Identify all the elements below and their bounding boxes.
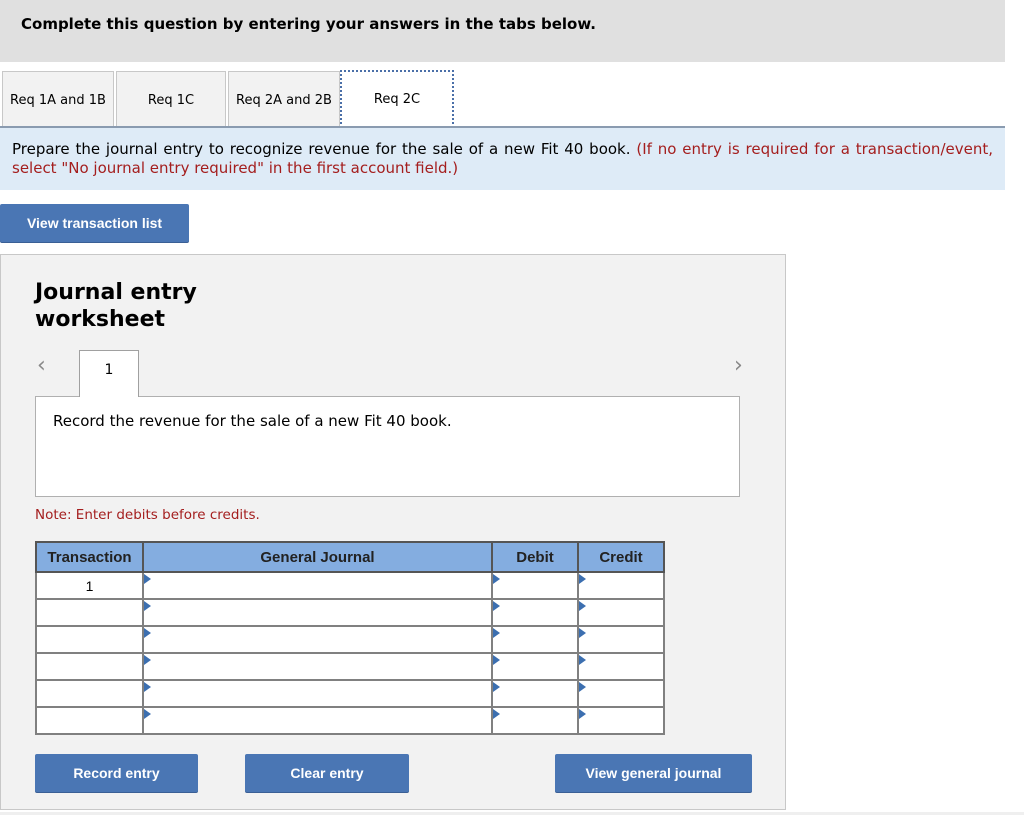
dropdown-marker-icon	[579, 574, 586, 584]
account-cell[interactable]	[142, 679, 493, 708]
header-debit: Debit	[491, 541, 579, 573]
view-general-journal-button[interactable]: View general journal	[555, 754, 752, 792]
dropdown-marker-icon	[144, 601, 151, 611]
transaction-cell	[35, 598, 144, 627]
debit-cell[interactable]	[491, 625, 579, 654]
journal-entry-worksheet: Journal entry worksheet ‹ › 1 Record the…	[0, 254, 786, 810]
journal-row	[35, 625, 665, 654]
instructions: Prepare the journal entry to recognize r…	[0, 128, 1005, 190]
record-entry-button[interactable]: Record entry	[35, 754, 198, 792]
dropdown-marker-icon	[493, 655, 500, 665]
journal-row	[35, 679, 665, 708]
dropdown-marker-icon	[493, 682, 500, 692]
dropdown-marker-icon	[579, 682, 586, 692]
dropdown-marker-icon	[579, 709, 586, 719]
transaction-cell: 1	[35, 571, 144, 600]
transaction-cell	[35, 625, 144, 654]
journal-table: Transaction General Journal Debit Credit…	[35, 541, 665, 735]
journal-row	[35, 706, 665, 735]
entry-tab-1[interactable]: 1	[79, 350, 139, 397]
credit-cell[interactable]	[577, 571, 665, 600]
account-cell[interactable]	[142, 598, 493, 627]
clear-entry-button[interactable]: Clear entry	[245, 754, 409, 792]
tab-bar: Req 1A and 1B Req 1C Req 2A and 2B Req 2…	[0, 70, 1005, 128]
header-general-journal: General Journal	[142, 541, 493, 573]
credit-cell[interactable]	[577, 598, 665, 627]
dropdown-marker-icon	[144, 655, 151, 665]
debit-cell[interactable]	[491, 706, 579, 735]
header-credit: Credit	[577, 541, 665, 573]
tab-req-2c[interactable]: Req 2C	[340, 70, 454, 128]
journal-row: 1	[35, 571, 665, 600]
credit-cell[interactable]	[577, 679, 665, 708]
entry-note: Note: Enter debits before credits.	[35, 507, 260, 523]
journal-row	[35, 598, 665, 627]
debit-cell[interactable]	[491, 679, 579, 708]
header-transaction: Transaction	[35, 541, 144, 573]
dropdown-marker-icon	[493, 574, 500, 584]
worksheet-title: Journal entry worksheet	[35, 280, 197, 332]
dropdown-marker-icon	[579, 601, 586, 611]
dropdown-marker-icon	[493, 628, 500, 638]
dropdown-marker-icon	[144, 709, 151, 719]
credit-cell[interactable]	[577, 652, 665, 681]
account-cell[interactable]	[142, 571, 493, 600]
tab-req-1a-1b[interactable]: Req 1A and 1B	[2, 71, 114, 128]
transaction-cell	[35, 679, 144, 708]
dropdown-marker-icon	[579, 628, 586, 638]
transaction-cell	[35, 706, 144, 735]
footer-divider	[0, 812, 1024, 815]
dropdown-marker-icon	[144, 574, 151, 584]
dropdown-marker-icon	[144, 628, 151, 638]
debit-cell[interactable]	[491, 652, 579, 681]
tab-req-1c[interactable]: Req 1C	[116, 71, 226, 128]
journal-row	[35, 652, 665, 681]
credit-cell[interactable]	[577, 625, 665, 654]
credit-cell[interactable]	[577, 706, 665, 735]
account-cell[interactable]	[142, 652, 493, 681]
dropdown-marker-icon	[144, 682, 151, 692]
chevron-left-icon[interactable]: ‹	[37, 353, 46, 378]
dropdown-marker-icon	[493, 601, 500, 611]
view-transaction-list-button[interactable]: View transaction list	[0, 204, 189, 242]
account-cell[interactable]	[142, 625, 493, 654]
account-cell[interactable]	[142, 706, 493, 735]
transaction-cell	[35, 652, 144, 681]
header-bar: Complete this question by entering your …	[0, 0, 1005, 62]
entry-description: Record the revenue for the sale of a new…	[35, 396, 740, 497]
debit-cell[interactable]	[491, 598, 579, 627]
dropdown-marker-icon	[579, 655, 586, 665]
instructions-text: Prepare the journal entry to recognize r…	[12, 140, 631, 158]
dropdown-marker-icon	[493, 709, 500, 719]
debit-cell[interactable]	[491, 571, 579, 600]
chevron-right-icon[interactable]: ›	[734, 353, 743, 378]
journal-header-row: Transaction General Journal Debit Credit	[35, 541, 665, 573]
tab-req-2a-2b[interactable]: Req 2A and 2B	[228, 71, 340, 128]
page-title: Complete this question by entering your …	[21, 15, 596, 33]
